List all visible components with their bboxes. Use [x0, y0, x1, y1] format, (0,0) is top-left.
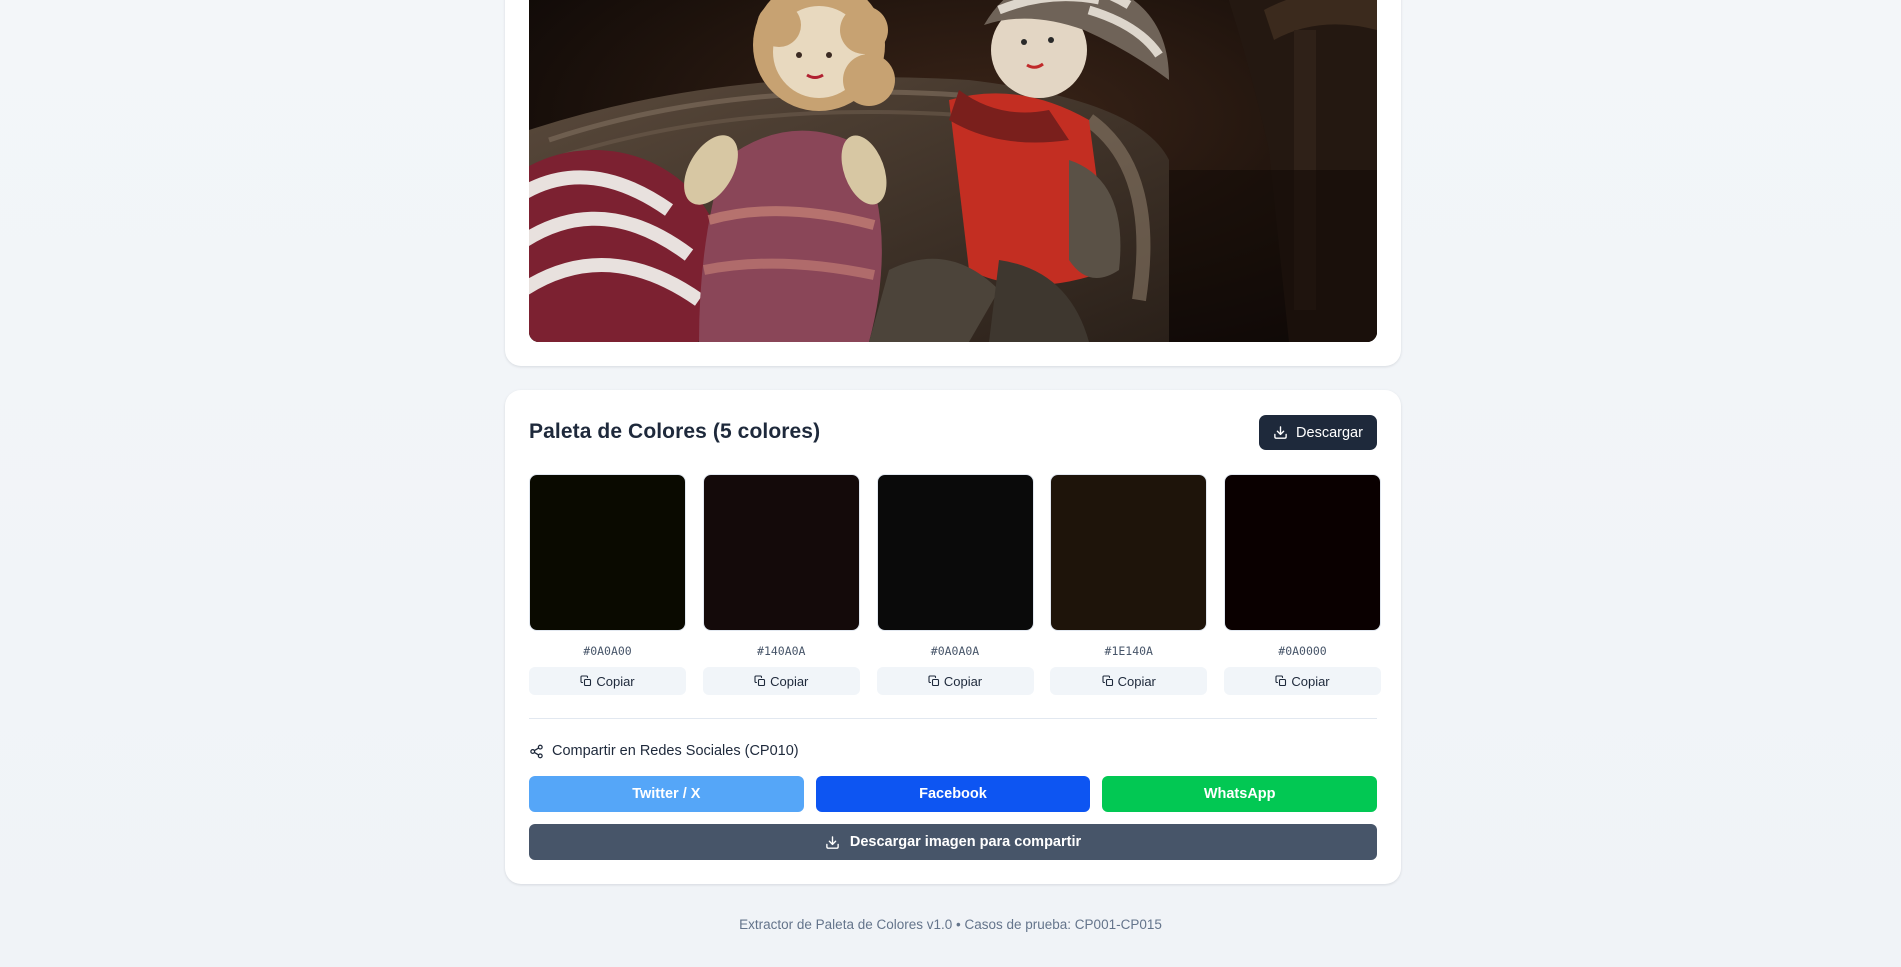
download-palette-label: Descargar [1296, 424, 1363, 441]
download-share-image-label: Descargar imagen para compartir [849, 834, 1082, 850]
palette-card: Paleta de Colores (5 colores) Descargar … [505, 390, 1401, 884]
whatsapp-share-button[interactable]: WhatsApp [1102, 776, 1377, 812]
swatch-item: #0A0000 Copiar [1224, 474, 1381, 695]
color-swatch[interactable] [529, 474, 686, 631]
facebook-share-button[interactable]: Facebook [815, 776, 1091, 812]
copy-button[interactable]: Copiar [1224, 667, 1381, 695]
divider [529, 718, 1377, 719]
swatch-item: #0A0A0A Copiar [876, 474, 1034, 695]
color-swatch[interactable] [702, 474, 860, 631]
image-preview-card [505, 0, 1401, 366]
download-palette-button[interactable]: Descargar [1259, 415, 1377, 450]
color-swatch[interactable] [1050, 474, 1208, 631]
copy-label: Copiar [1291, 673, 1330, 689]
hex-code: #1E140A [1104, 644, 1153, 658]
copy-icon [1275, 675, 1287, 687]
share-icon [530, 744, 543, 758]
swatch-item: #140A0A Copiar [702, 474, 860, 695]
swatch-item: #0A0A00 Copiar [529, 474, 686, 695]
hex-code: #140A0A [757, 644, 806, 658]
copy-button[interactable]: Copiar [1050, 667, 1208, 695]
hex-code: #0A0A00 [583, 644, 632, 658]
swatch-grid: #0A0A00 Copiar #140A0A Copiar #0A0A0A Copiar #… [529, 474, 1381, 695]
hex-code: #0A0000 [1278, 644, 1327, 658]
copy-label: Copiar [1117, 673, 1156, 689]
copy-button[interactable]: Copiar [529, 667, 686, 695]
copy-icon [1102, 675, 1113, 687]
share-buttons: Twitter / X Facebook WhatsApp [529, 776, 1377, 812]
copy-button[interactable]: Copiar [702, 667, 860, 695]
copy-icon [580, 675, 592, 687]
footer-text: Extractor de Paleta de Colores v1.0 • Ca… [739, 917, 1162, 932]
swatch-item: #1E140A Copiar [1050, 474, 1208, 695]
page: Paleta de Colores (5 colores) Descargar … [0, 0, 1901, 967]
copy-button[interactable]: Copiar [876, 667, 1034, 695]
copy-label: Copiar [596, 673, 635, 689]
download-share-image-button[interactable]: Descargar imagen para compartir [529, 824, 1377, 860]
palette-title: Paleta de Colores (5 colores) [529, 420, 821, 443]
knitted-dolls-photo [529, 0, 1377, 342]
uploaded-image [529, 0, 1377, 342]
copy-icon [928, 675, 939, 687]
copy-label: Copiar [943, 673, 983, 689]
share-heading-label: Compartir en Redes Sociales (CP010) [552, 743, 799, 759]
twitter-share-button[interactable]: Twitter / X [529, 776, 804, 812]
download-icon [826, 835, 839, 849]
share-heading: Compartir en Redes Sociales (CP010) [529, 743, 799, 759]
copy-label: Copiar [770, 673, 809, 689]
copy-icon [754, 675, 766, 687]
hex-code: #0A0A0A [930, 644, 980, 658]
download-icon [1274, 426, 1287, 439]
color-swatch[interactable] [876, 474, 1034, 631]
color-swatch[interactable] [1224, 474, 1381, 631]
